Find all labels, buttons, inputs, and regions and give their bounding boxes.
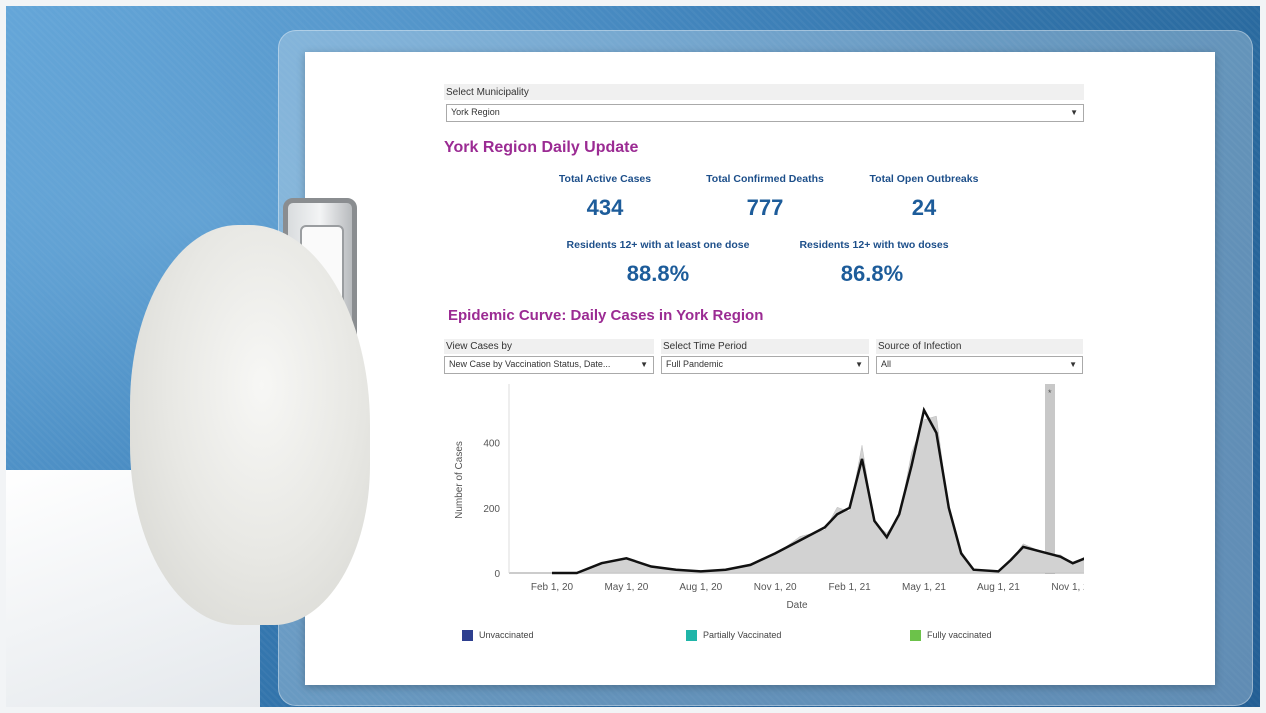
time-period-value: Full Pandemic [666,359,724,369]
chevron-down-icon: ▼ [1069,360,1077,369]
view-cases-select[interactable]: New Case by Vaccination Status, Date... … [444,356,654,374]
legend-swatch-unvaccinated [462,630,473,642]
y-tick-label: 200 [483,504,500,515]
x-tick-label: Nov 1, 20 [754,582,797,593]
source-label: Source of Infection [876,339,1083,354]
chevron-down-icon: ▼ [855,360,863,369]
x-axis-title: Date [786,600,808,611]
epi-curve-chart: * Number of Cases Date 0 200 400 Feb 1, 20… [454,384,1084,611]
legend-swatch-fully [910,630,921,642]
stat-label-confirmed-deaths: Total Confirmed Deaths [706,173,824,185]
y-tick-label: 0 [494,569,500,580]
source-select[interactable]: All ▼ [876,356,1083,374]
legend-unvaccinated: Unvaccinated [462,630,534,642]
x-ticks: Feb 1, 20 May 1, 20 Aug 1, 20 Nov 1, 20 Feb … [531,582,1084,593]
stat-label-two-doses: Residents 12+ with two doses [799,239,949,251]
x-tick-label: Aug 1, 21 [977,582,1020,593]
highlight-marker: * [1048,388,1052,398]
municipality-value: York Region [451,107,500,117]
daily-cases-area [552,415,1084,574]
stat-label-one-dose: Residents 12+ with at least one dose [566,239,750,251]
municipality-label: Select Municipality [444,84,1084,100]
x-tick-label: Nov 1, 21 [1051,582,1084,593]
stat-label-open-outbreaks: Total Open Outbreaks [869,173,979,185]
view-cases-value: New Case by Vaccination Status, Date... [449,359,611,369]
x-tick-label: Aug 1, 20 [679,582,722,593]
daily-update-title: York Region Daily Update [444,139,639,156]
chevron-down-icon: ▼ [640,360,648,369]
view-cases-label: View Cases by [444,339,654,354]
stat-value-confirmed-deaths: 777 [746,195,784,220]
x-tick-label: Feb 1, 20 [531,582,574,593]
municipality-select[interactable]: York Region ▼ [446,104,1084,122]
stat-label-active-cases: Total Active Cases [558,173,652,185]
recent-period-highlight [1045,384,1055,574]
time-period-select[interactable]: Full Pandemic ▼ [661,356,869,374]
legend-fully-vaccinated: Fully vaccinated [910,630,992,642]
x-tick-label: May 1, 21 [902,582,946,593]
stat-value-two-doses: 86.8% [840,261,904,286]
gloved-hand [130,225,370,625]
legend-label: Fully vaccinated [927,630,992,640]
legend-label: Partially Vaccinated [703,630,782,640]
stat-value-one-dose: 88.8% [626,261,690,286]
source-value: All [881,359,892,369]
legend-swatch-partial [686,630,697,642]
time-period-label: Select Time Period [661,339,869,354]
legend-partially-vaccinated: Partially Vaccinated [686,630,782,642]
stat-value-active-cases: 434 [586,195,624,220]
y-tick-label: 400 [483,439,500,450]
y-ticks: 0 200 400 [483,439,500,580]
legend-label: Unvaccinated [479,630,534,640]
chevron-down-icon: ▼ [1070,108,1078,117]
epi-curve-title: Epidemic Curve: Daily Cases in York Regi… [448,307,764,324]
stat-value-open-outbreaks: 24 [911,195,937,220]
x-tick-label: May 1, 20 [604,582,648,593]
x-tick-label: Feb 1, 21 [828,582,871,593]
y-axis-title: Number of Cases [454,441,465,519]
